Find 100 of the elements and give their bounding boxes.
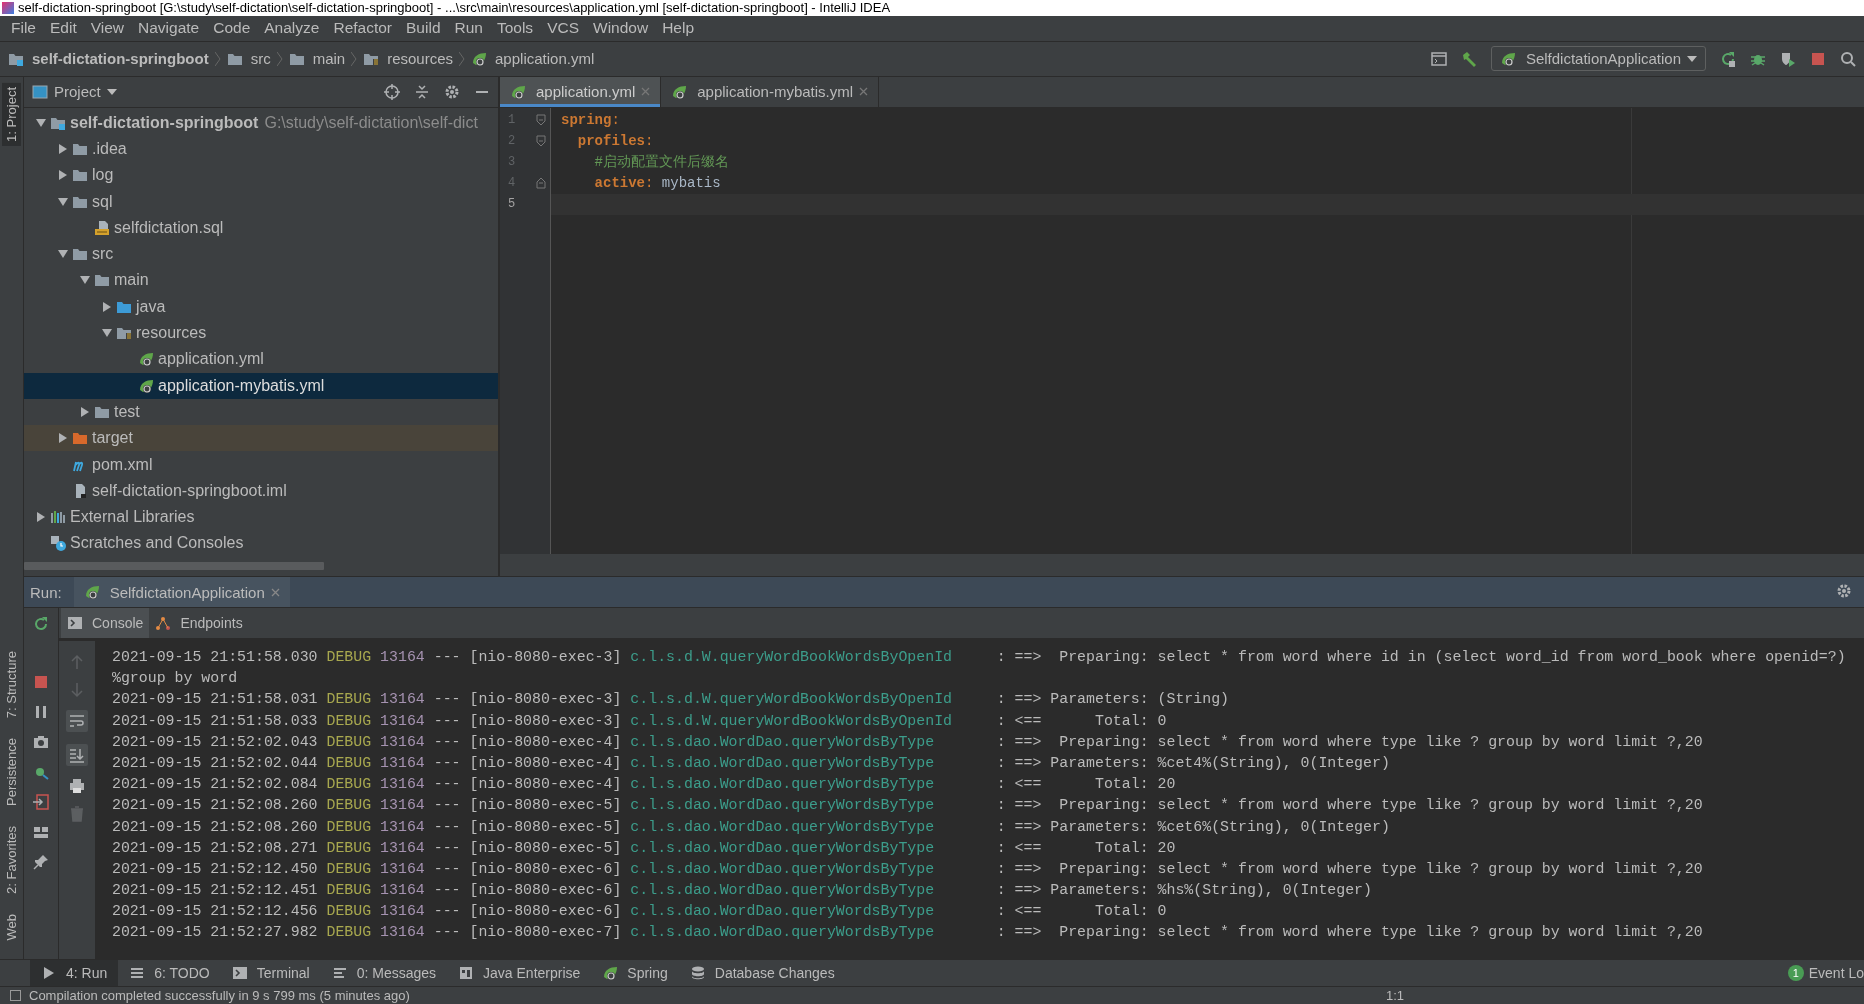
tree-item[interactable]: self-dictation-springboot G:\study\self-dictation\self-dict (24, 109, 498, 136)
menu-item[interactable]: Run (447, 19, 490, 38)
stop-icon[interactable] (1810, 50, 1826, 67)
tree-item[interactable]: selfdictation.sql (24, 214, 498, 242)
folder-icon (72, 167, 88, 184)
breadcrumb[interactable]: self-dictation-springboot (8, 50, 209, 68)
menu-item[interactable]: Window (586, 19, 656, 38)
window-icon[interactable] (1430, 50, 1447, 67)
log-line: 2021-09-15 21:52:27.982 DEBUG 13164 --- [nio-8080-exec-7] c.l.s.dao.WordDao.queryWordsByType : ==> Preparing: select * from word where type like ? group by word limit ?,20 (112, 924, 1703, 941)
side-tab[interactable]: 7: Structure (2, 647, 21, 723)
collapse-icon[interactable] (414, 83, 430, 100)
leaf-icon (138, 351, 154, 368)
wrap-icon[interactable] (69, 713, 85, 729)
run-tab[interactable]: SelfdictationApplication (73, 577, 290, 607)
tree-item[interactable]: main (24, 267, 498, 294)
rerun-icon[interactable] (1720, 50, 1736, 67)
menu-item[interactable]: Build (399, 19, 448, 38)
settings-icon[interactable] (1836, 582, 1852, 599)
tool-window-tab[interactable]: 4: Run (30, 959, 119, 986)
fold-marker-icon[interactable] (536, 114, 546, 127)
console-tab[interactable]: Endpoints (149, 608, 249, 638)
tree-item[interactable]: test (24, 398, 498, 426)
side-tab[interactable]: Persistence (2, 734, 21, 811)
tool-window-tab[interactable]: Database Changes (678, 959, 846, 986)
fold-marker-icon[interactable] (536, 135, 546, 148)
rerun-icon[interactable] (33, 616, 49, 632)
breadcrumb[interactable]: src (226, 50, 271, 68)
tree-item[interactable]: target (24, 425, 498, 452)
tool-window-tab[interactable]: Java Enterprise (447, 959, 592, 986)
code-line: profiles: (576, 132, 654, 149)
log-line: 2021-09-15 21:52:02.044 DEBUG 13164 --- [nio-8080-exec-4] c.l.s.dao.WordDao.queryWordsByType : ==> Parameters: %cet4%(String), 0(Integer) (112, 754, 1390, 771)
scrollbar-thumb[interactable] (24, 562, 324, 570)
menu-item[interactable]: Analyze (257, 19, 327, 38)
print-icon[interactable] (69, 778, 85, 794)
layout-icon[interactable] (33, 824, 49, 840)
log-line: %group by word (112, 669, 239, 689)
tool-window-tab[interactable]: 6: TODO (118, 959, 221, 986)
shield-play-icon[interactable] (1780, 50, 1796, 67)
disclosure-arrow-icon[interactable] (58, 144, 68, 154)
menu-item[interactable]: Edit (43, 19, 84, 38)
tool-window-tab[interactable]: 0: Messages (320, 959, 448, 986)
project-view-dropdown[interactable]: Project (32, 83, 117, 101)
menu-item[interactable]: Tools (489, 19, 541, 38)
menu-item[interactable]: View (83, 19, 132, 38)
tree-item[interactable]: self-dictation-springboot.iml (24, 477, 498, 504)
disclosure-arrow-icon[interactable] (58, 433, 68, 444)
tool-window-tab[interactable]: Spring (591, 959, 679, 986)
camera-icon[interactable] (33, 734, 49, 750)
event-log-button[interactable]: 1 Event Lo (1787, 964, 1864, 981)
tree-item[interactable]: java (24, 293, 498, 320)
tree-item[interactable]: External Libraries (24, 504, 498, 531)
settings-icon[interactable] (444, 83, 460, 100)
hammer-icon[interactable] (1460, 50, 1477, 67)
menu-item[interactable]: Refactor (326, 19, 400, 38)
tree-item[interactable]: sql (24, 188, 498, 215)
disclosure-arrow-icon[interactable] (58, 196, 68, 207)
scroll-to-end-icon[interactable] (69, 747, 85, 763)
menu-item[interactable]: VCS (540, 19, 586, 38)
tree-item[interactable]: pom.xml (24, 451, 498, 478)
run-configuration-dropdown[interactable]: SelfdictationApplication (1490, 46, 1706, 72)
menu-item[interactable]: Navigate (131, 19, 207, 38)
tree-item[interactable]: log (24, 162, 498, 189)
tree-item[interactable]: Scratches and Consoles (24, 530, 498, 557)
disclosure-arrow-icon[interactable] (80, 275, 90, 286)
editor-tab[interactable]: application.yml (500, 76, 662, 107)
exit-icon[interactable] (33, 794, 49, 810)
caret-position[interactable]: 1:1 (1385, 987, 1404, 1003)
disclosure-arrow-icon[interactable] (36, 512, 46, 523)
tree-item[interactable]: resources (24, 319, 498, 347)
side-tab[interactable]: 2: Favorites (2, 822, 21, 899)
disclosure-arrow-icon[interactable] (102, 328, 112, 339)
log-line: 2021-09-15 21:52:08.260 DEBUG 13164 --- [nio-8080-exec-5] c.l.s.dao.WordDao.queryWordsByType : ==> Parameters: %cet6%(String), 0(Integer) (112, 818, 1390, 835)
menu-item[interactable]: File (4, 19, 43, 38)
disclosure-arrow-icon[interactable] (36, 117, 46, 128)
breadcrumb[interactable]: application.yml (471, 50, 595, 68)
side-tab[interactable]: Web (2, 910, 21, 945)
disclosure-arrow-icon[interactable] (80, 406, 90, 417)
search-icon[interactable] (1840, 50, 1856, 67)
stop-icon[interactable] (33, 674, 49, 690)
console-tab[interactable]: Console (61, 608, 150, 638)
breadcrumb[interactable]: resources (363, 50, 454, 68)
breadcrumb[interactable]: main (288, 50, 346, 68)
disclosure-arrow-icon[interactable] (58, 170, 68, 181)
tree-item[interactable]: .idea (24, 135, 498, 163)
editor-tab[interactable]: application-mybatis.yml (661, 76, 880, 107)
disclosure-arrow-icon[interactable] (58, 249, 68, 260)
tool-window-tab[interactable]: Terminal (220, 959, 321, 986)
tree-item[interactable]: application.yml (24, 346, 498, 373)
disclosure-arrow-icon[interactable] (102, 301, 112, 312)
status-toggle-icon[interactable] (10, 989, 21, 1001)
tree-item[interactable]: src (24, 241, 498, 268)
leaf-icon (602, 964, 619, 981)
tree-item[interactable]: application-mybatis.yml (24, 372, 498, 399)
menu-item[interactable]: Code (206, 19, 258, 38)
pin-icon[interactable] (33, 854, 49, 870)
side-tab[interactable]: 1: Project (2, 82, 21, 146)
fold-marker-icon[interactable] (536, 177, 546, 190)
pause-icon[interactable] (33, 704, 49, 720)
crosshair-icon[interactable] (384, 83, 400, 100)
menu-item[interactable]: Help (655, 19, 702, 38)
